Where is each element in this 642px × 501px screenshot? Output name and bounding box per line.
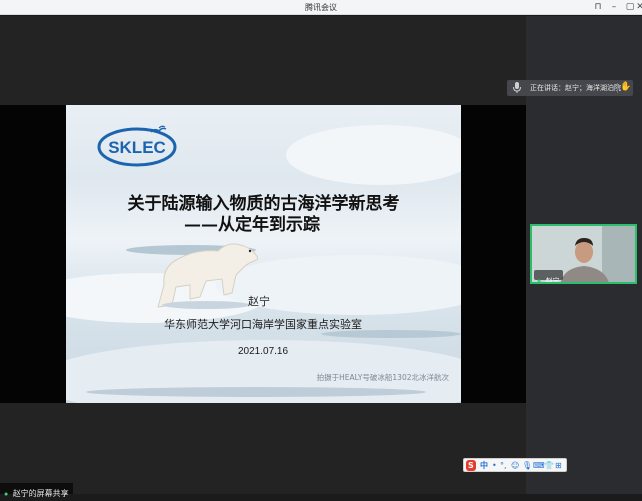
photo-caption: 拍摄于HEALY号破冰船1302北冰洋航次: [316, 373, 449, 382]
divider: [617, 83, 618, 93]
ime-toolbox-icon[interactable]: ⊞: [555, 460, 562, 471]
slide-date: 2021.07.16: [238, 346, 289, 357]
ime-punctuation-icon[interactable]: °,: [500, 460, 507, 471]
ime-mode-toggle[interactable]: 中: [480, 460, 488, 471]
pin-button[interactable]: ⊓: [590, 0, 606, 15]
ice-floe: [286, 125, 461, 185]
ime-voice-icon[interactable]: 🎙: [522, 460, 532, 471]
ime-emoji-icon[interactable]: ☺: [511, 460, 519, 471]
logo-text: SKLEC: [108, 138, 166, 157]
ime-toolbar[interactable]: S 中 • °, ☺ 🎙 ⌨ 👕 ⊞: [463, 458, 567, 472]
mic-icon: [513, 82, 521, 93]
shared-slide: SKLEC 关于陆源输入物质的古海洋学新思考 ——从定年到示踪 赵宁 华东师范大…: [66, 105, 461, 403]
participant-name-tag: ● 赵宁: [534, 270, 563, 282]
speaking-text: 正在讲话：赵宁；海洋湖泊院: [530, 84, 621, 92]
mic-icon: ●: [4, 491, 9, 498]
slide-subtitle: ——从定年到示踪: [184, 215, 320, 235]
screen-share-status: ● 赵宁的屏幕共享: [0, 483, 73, 498]
ime-skin-icon[interactable]: 👕: [544, 460, 554, 471]
ime-keyboard-icon[interactable]: ⌨: [533, 460, 545, 471]
participant-name: 赵宁: [545, 277, 560, 284]
mic-icon: ●: [537, 278, 542, 284]
sklec-logo: SKLEC: [97, 125, 177, 167]
ime-logo-icon[interactable]: S: [466, 460, 476, 471]
ime-dot-icon[interactable]: •: [492, 460, 497, 471]
title-bar: 腾讯会议 ⊓ – ▢ ✕: [0, 0, 642, 15]
speaking-indicator: 正在讲话：赵宁；海洋湖泊院 ✋: [507, 80, 633, 96]
participant-video-tile[interactable]: ● 赵宁: [530, 224, 637, 284]
slide-author: 赵宁: [248, 295, 270, 308]
minimize-button[interactable]: –: [606, 0, 622, 15]
ice-crack: [86, 387, 426, 397]
meeting-window: 腾讯会议 ⊓ – ▢ ✕ SKLEC 关于陆源输入物质的古海洋学新思考 ——从定…: [0, 0, 642, 498]
app-title: 腾讯会议: [305, 3, 337, 12]
close-button[interactable]: ✕: [636, 0, 642, 15]
hand-icon[interactable]: ✋: [620, 81, 631, 92]
slide-organization: 华东师范大学河口海岸学国家重点实验室: [164, 318, 362, 331]
